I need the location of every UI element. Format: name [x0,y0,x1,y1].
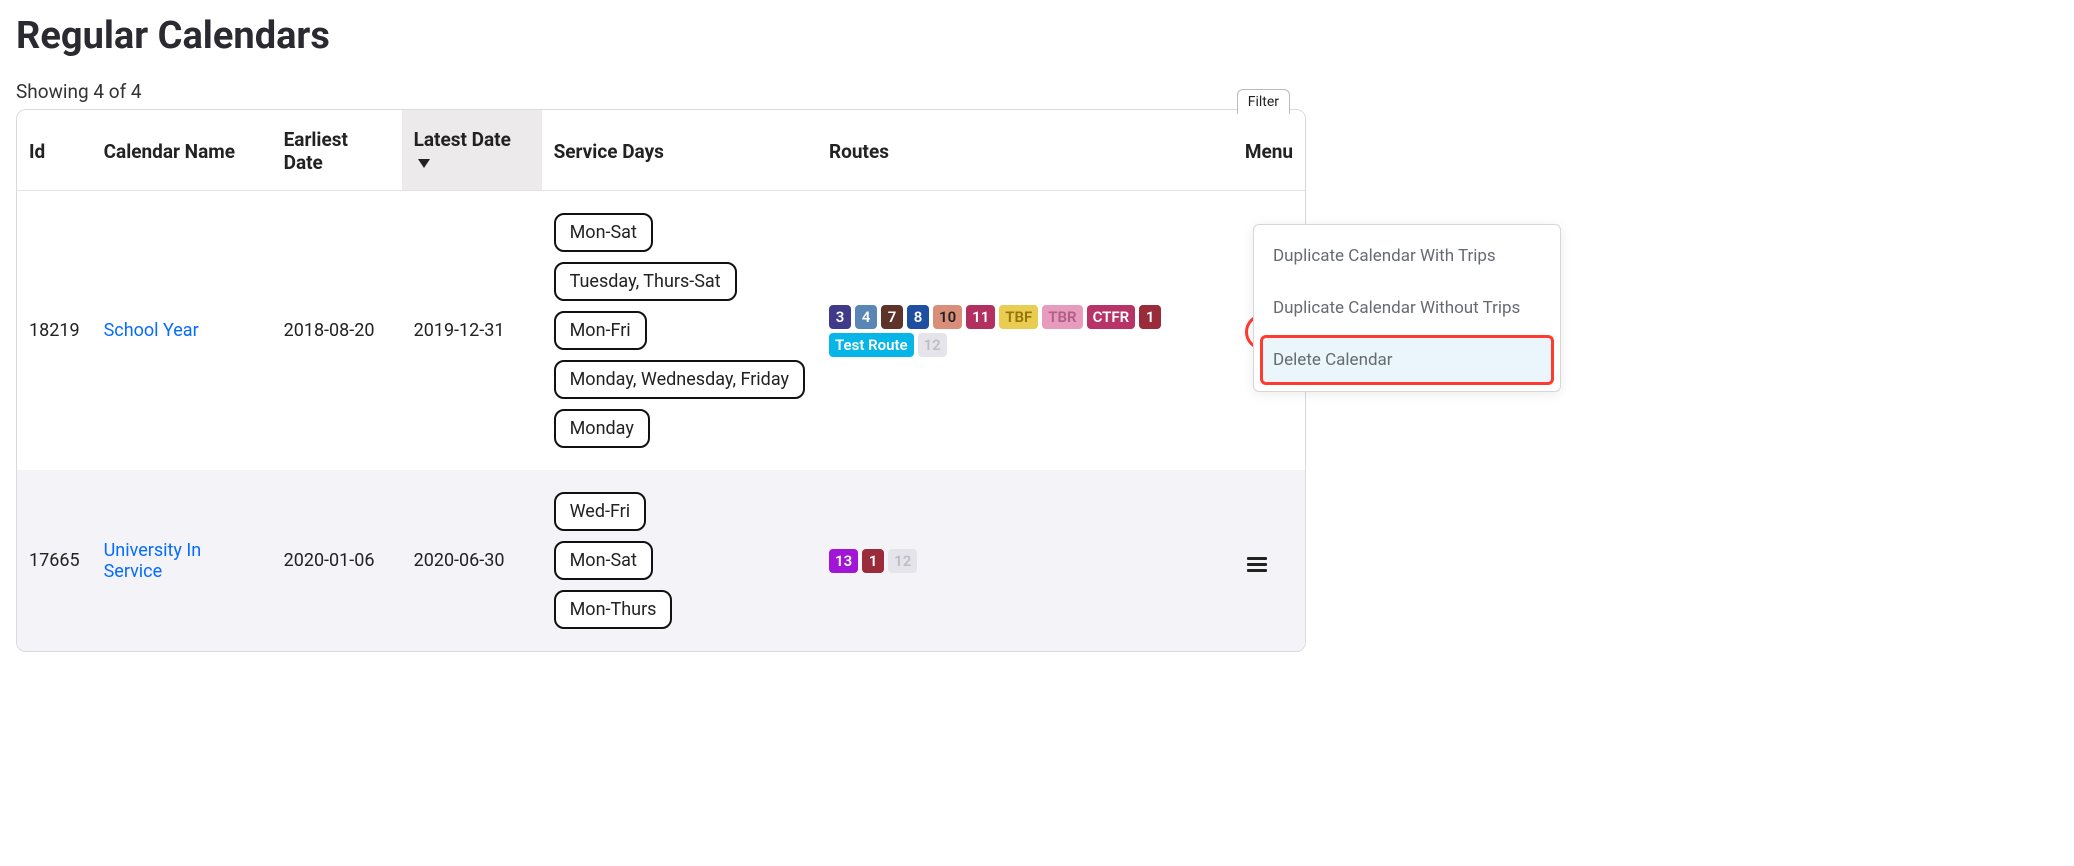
route-badge[interactable]: 11 [966,305,995,329]
cell-latest: 2019-12-31 [402,191,542,471]
cell-service-days: Mon-Sat Tuesday, Thurs-Sat Mon-Fri Monday, … [542,191,817,471]
route-badge[interactable]: 1 [1139,305,1161,329]
cell-earliest: 2020-01-06 [272,470,402,651]
column-header-earliest[interactable]: Earliest Date [272,110,402,191]
cell-name: School Year [92,191,272,471]
route-badge[interactable]: TBR [1042,305,1082,329]
route-badge[interactable]: 13 [829,549,858,573]
cell-service-days: Wed-Fri Mon-Sat Mon-Thurs [542,470,817,651]
service-day-pill[interactable]: Monday [554,409,650,448]
calendars-table-card: Id Calendar Name Earliest Date Latest Da… [16,109,1306,652]
hamburger-icon [1247,569,1267,572]
column-header-routes[interactable]: Routes [817,110,1233,191]
route-badge[interactable]: CTFR [1087,305,1136,329]
filter-tab[interactable]: Filter [1237,89,1290,114]
cell-name: University In Service [92,470,272,651]
route-badge[interactable]: Test Route [829,333,914,357]
table-row: 18219School Year2018-08-202019-12-31Mon-… [17,191,1305,471]
calendars-table: Id Calendar Name Earliest Date Latest Da… [17,110,1305,651]
hamburger-icon [1247,557,1267,560]
cell-id: 18219 [17,191,92,471]
cell-earliest: 2018-08-20 [272,191,402,471]
route-badge[interactable]: 3 [829,305,851,329]
page-title: Regular Calendars [16,14,1306,58]
sort-desc-icon [418,159,430,168]
column-header-id[interactable]: Id [17,110,92,191]
dropdown-item[interactable]: Delete Calendar [1260,335,1554,385]
service-day-pill[interactable]: Mon-Fri [554,311,647,350]
calendar-name-link[interactable]: School Year [104,320,199,341]
service-day-pill[interactable]: Tuesday, Thurs-Sat [554,262,737,301]
cell-routes: 13112 [817,470,1233,651]
route-badge[interactable]: 10 [933,305,962,329]
cell-routes: 34781011TBFTBRCTFR1 Test Route12 [817,191,1233,471]
service-day-pill[interactable]: Mon-Thurs [554,590,673,629]
row-menu-dropdown: Duplicate Calendar With TripsDuplicate C… [1253,224,1561,392]
hamburger-icon [1247,563,1267,566]
column-header-latest[interactable]: Latest Date [402,110,542,191]
service-day-pill[interactable]: Mon-Sat [554,541,653,580]
cell-id: 17665 [17,470,92,651]
cell-menu [1233,470,1305,651]
column-header-menu[interactable]: Menu [1233,110,1305,191]
row-menu-button[interactable] [1245,553,1269,577]
service-day-pill[interactable]: Wed-Fri [554,492,647,531]
dropdown-item[interactable]: Duplicate Calendar With Trips [1260,231,1554,281]
dropdown-item[interactable]: Duplicate Calendar Without Trips [1260,283,1554,333]
column-header-latest-label: Latest Date [414,128,511,151]
route-badge[interactable]: TBF [999,305,1038,329]
route-badge[interactable]: 1 [862,549,884,573]
route-badge[interactable]: 7 [881,305,903,329]
route-badge[interactable]: 8 [907,305,929,329]
column-header-name[interactable]: Calendar Name [92,110,272,191]
service-day-pill[interactable]: Mon-Sat [554,213,653,252]
route-badge[interactable]: 4 [855,305,877,329]
calendar-name-link[interactable]: University In Service [104,540,202,582]
cell-latest: 2020-06-30 [402,470,542,651]
route-badge[interactable]: 12 [888,549,917,573]
table-row: 17665 University In Service 2020-01-062020… [17,470,1305,651]
route-badge[interactable]: 12 [918,333,947,357]
column-header-service[interactable]: Service Days [542,110,817,191]
showing-count: Showing 4 of 4 [16,80,1306,103]
service-day-pill[interactable]: Monday, Wednesday, Friday [554,360,805,399]
